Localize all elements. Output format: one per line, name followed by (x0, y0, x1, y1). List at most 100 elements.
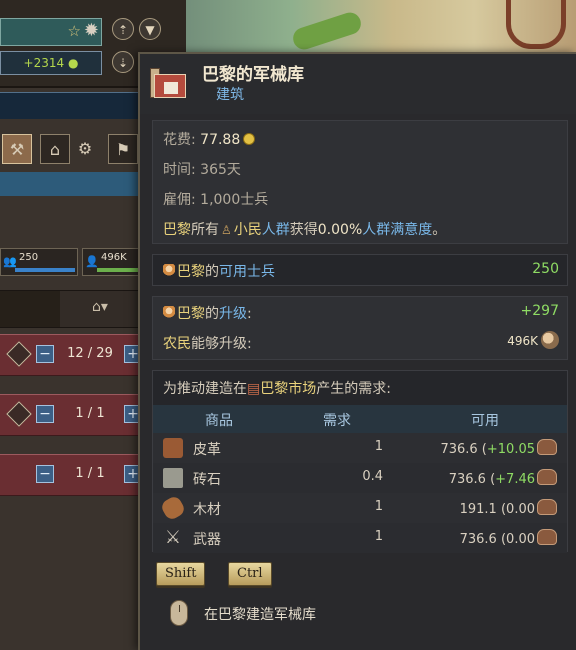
tooltip-subtitle: 建筑 (216, 87, 244, 103)
good-name: 木材 (193, 502, 221, 518)
col-available: 可用 (471, 413, 499, 429)
gdp-box[interactable]: ☆ ✹ (0, 18, 102, 46)
peasant-avatar-icon (541, 331, 559, 349)
goods-row: ⚔ 武器 1 736.6 (0.00 (153, 523, 567, 553)
sort-tab[interactable] (0, 291, 60, 327)
soldiers-text: 的 (205, 264, 219, 280)
good-change: 0.00 (506, 532, 535, 547)
population-box-left[interactable]: 👥 250 (0, 248, 78, 276)
construction-info: 花费: 77.88 时间: 365天 雇佣: 1,000士兵 巴黎所有 ♙ 小民人群… (152, 120, 568, 244)
chevron-up-icon[interactable]: ⇡ (112, 18, 134, 40)
house-sort-icon[interactable]: ⌂▾ (92, 299, 108, 315)
level-count: 1 / 1 (75, 406, 105, 421)
goods-row: 皮革 1 736.6 (+10.05 (153, 433, 567, 463)
good-change: +7.46 (495, 472, 535, 487)
decrease-button[interactable]: − (36, 405, 54, 423)
decrease-button[interactable]: − (36, 465, 54, 483)
peasant-count: 496K (507, 331, 559, 349)
level-count: 12 / 29 (67, 346, 113, 361)
good-avail-value: 736.6 (448, 472, 486, 487)
antler-icon (506, 0, 566, 49)
effect-text: 0.00% (317, 222, 363, 238)
upgrade-text: 的 (205, 306, 219, 322)
peasant-line: 农民能够升级: (163, 333, 252, 353)
goods-row: 木材 1 191.1 (0.00 (153, 493, 567, 523)
arsenal-building-icon (150, 64, 190, 100)
good-demand: 1 (374, 529, 383, 544)
good-available: 736.6 (+10.05 (440, 439, 557, 457)
soldiers-text: 巴黎 (177, 264, 205, 280)
income-box[interactable]: +2314 ● (0, 51, 102, 75)
good-available: 191.1 (0.00 (460, 499, 557, 517)
effect-text: 所有 (191, 222, 219, 238)
shift-key-hint: Shift (156, 562, 206, 586)
population-left-value: 250 (19, 252, 39, 263)
mouse-icon (170, 600, 188, 626)
goods-table-body: 皮革 1 736.6 (+10.05 砖石 0.4 736.6 (+7.46 木… (153, 433, 567, 553)
world-map[interactable] (170, 0, 576, 60)
decrease-button[interactable]: − (36, 345, 54, 363)
diamond-icon[interactable] (6, 341, 32, 367)
good-demand: 1 (374, 439, 383, 454)
time-line: 时间: 365天 (163, 159, 241, 179)
demand-text: 巴黎市场 (260, 381, 317, 397)
soldiers-text: 可用士兵 (219, 264, 275, 280)
coin-icon (243, 133, 256, 145)
good-demand: 1 (374, 499, 383, 514)
money-bag-icon (537, 469, 557, 485)
demand-text: 为推动建造在 (163, 381, 247, 397)
goods-table-header: 商品 需求 可用 (153, 405, 567, 433)
demand-section: 为推动建造在▤巴黎市场产生的需求: 商品 需求 可用 皮革 1 736.6 (+… (152, 370, 568, 553)
money-bag-icon (537, 499, 557, 515)
population-icon (163, 306, 175, 320)
chevron-down-icon[interactable]: ⇣ (112, 51, 134, 73)
cost-label: 花费: (163, 132, 196, 148)
good-available: 736.6 (+7.46 (449, 469, 557, 487)
good-available: 736.6 (0.00 (460, 529, 557, 547)
cog-icon[interactable]: ⚙ (70, 134, 100, 164)
good-name: 皮革 (193, 442, 221, 458)
peasant-text: 能够升级: (191, 336, 252, 352)
icon-part (164, 82, 178, 94)
good-avail-value: 191.1 (459, 502, 497, 517)
effect-line: 巴黎所有 ♙ 小民人群获得0.00%人群满意度。 (163, 219, 446, 239)
goods-row: 砖石 0.4 736.6 (+7.46 (153, 463, 567, 493)
upgrade-section: 巴黎的升级: +297 农民能够升级: 496K (152, 296, 568, 360)
gear-icon[interactable]: ✹ (84, 20, 99, 41)
build-hint: 在巴黎建造军械库 (204, 607, 316, 623)
upgrade-value: +297 (520, 303, 559, 319)
good-avail-value: 736.6 (459, 532, 497, 547)
weapons-icon: ⚔ (164, 527, 182, 548)
apple-icon: ● (67, 56, 79, 70)
building-tooltip: 巴黎的军械库 建筑 花费: 77.88 时间: 365天 雇佣: 1,000士兵… (138, 52, 576, 650)
good-name: 武器 (193, 532, 221, 548)
demand-text: 产生的需求: (316, 381, 391, 397)
money-bag-icon (537, 439, 557, 455)
effect-text: 巴黎 (163, 222, 191, 238)
ctrl-key-hint: Ctrl (228, 562, 272, 586)
buildings-icon[interactable]: ⌂ (40, 134, 70, 164)
demand-intro: 为推动建造在▤巴黎市场产生的需求: (163, 378, 391, 398)
hammer-icon[interactable]: ⚒ (2, 134, 32, 164)
bricks-icon (163, 468, 183, 488)
filter-icon[interactable]: ▼ (139, 18, 161, 40)
diamond-icon[interactable] (6, 401, 32, 427)
peasant-text: 农民 (163, 336, 191, 352)
market-icon: ▤ (247, 381, 261, 397)
effect-text: 小民 (233, 222, 262, 238)
level-count: 1 / 1 (75, 466, 105, 481)
map-terrain-decoration (210, 0, 240, 38)
peasant-value: 496K (507, 334, 538, 348)
good-change: 0.00 (506, 502, 535, 517)
soldiers-section: 巴黎的可用士兵 250 (152, 254, 568, 286)
wood-icon (159, 494, 187, 522)
money-bag-icon (537, 529, 557, 545)
good-change: +10.05 (486, 442, 535, 457)
flag-icon[interactable]: ⚑ (108, 134, 138, 164)
leather-icon (163, 438, 183, 458)
peapod-icon (290, 9, 364, 53)
upgrade-line: 巴黎的升级: (163, 303, 252, 323)
col-goods: 商品 (205, 413, 233, 429)
hire-label: 雇佣: (163, 192, 196, 208)
effect-text: 人群满意度 (362, 222, 433, 238)
